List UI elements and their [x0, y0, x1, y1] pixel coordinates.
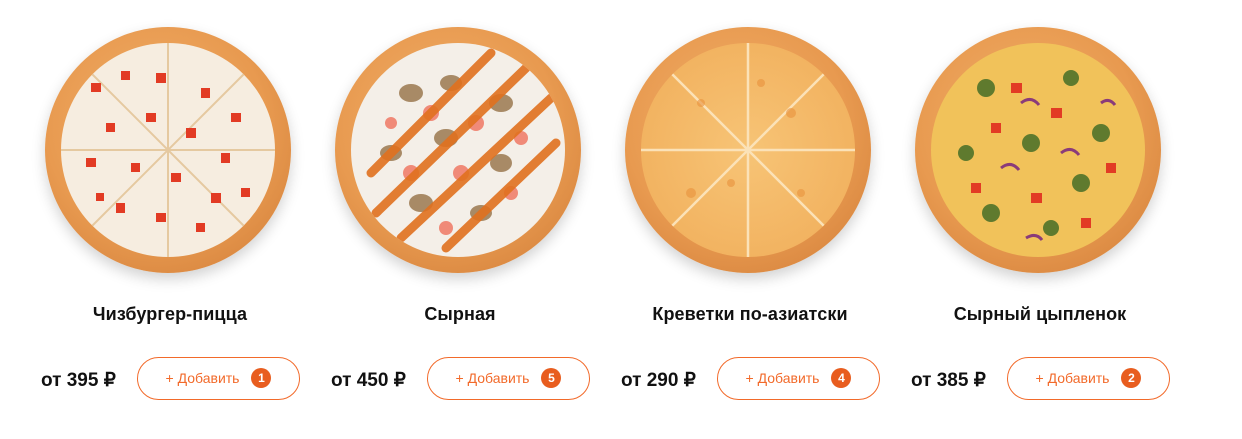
pizza-topping-graphic [61, 43, 275, 257]
add-button-label: + Добавить [1035, 370, 1110, 386]
pizza-image[interactable] [335, 27, 581, 273]
product-card[interactable]: Сырная от 450 ₽ + Добавить 5 [315, 0, 605, 439]
pizza-topping-graphic [958, 70, 1117, 241]
product-name[interactable]: Креветки по-азиатски [605, 304, 895, 325]
pizza-topping-graphic [366, 48, 561, 253]
product-price: от 395 ₽ [41, 370, 116, 391]
product-card[interactable]: Сырный цыпленок от 385 ₽ + Добавить 2 [895, 0, 1185, 439]
add-button-label: + Добавить [745, 370, 820, 386]
add-to-cart-button[interactable]: + Добавить 5 [427, 357, 590, 400]
product-name[interactable]: Сырный цыпленок [895, 304, 1185, 325]
product-price: от 290 ₽ [621, 370, 696, 391]
pizza-topping-graphic [641, 43, 855, 257]
product-name[interactable]: Сырная [315, 304, 605, 325]
cart-count-badge: 4 [831, 368, 852, 388]
add-button-label: + Добавить [455, 370, 530, 386]
add-button-label: + Добавить [165, 370, 240, 386]
pizza-image[interactable] [915, 27, 1161, 273]
add-to-cart-button[interactable]: + Добавить 4 [717, 357, 880, 400]
product-price: от 450 ₽ [331, 370, 406, 391]
product-name[interactable]: Чизбургер-пицца [25, 304, 315, 325]
pizza-image[interactable] [45, 27, 291, 273]
add-to-cart-button[interactable]: + Добавить 2 [1007, 357, 1170, 400]
cart-count-badge: 2 [1121, 368, 1142, 388]
product-card[interactable]: Креветки по-азиатски от 290 ₽ + Добавить… [605, 0, 895, 439]
product-price: от 385 ₽ [911, 370, 986, 391]
add-to-cart-button[interactable]: + Добавить 1 [137, 357, 300, 400]
cart-count-badge: 1 [251, 368, 272, 388]
pizza-image[interactable] [625, 27, 871, 273]
cart-count-badge: 5 [541, 368, 562, 388]
product-card[interactable]: Чизбургер-пицца от 395 ₽ + Добавить 1 [25, 0, 315, 439]
